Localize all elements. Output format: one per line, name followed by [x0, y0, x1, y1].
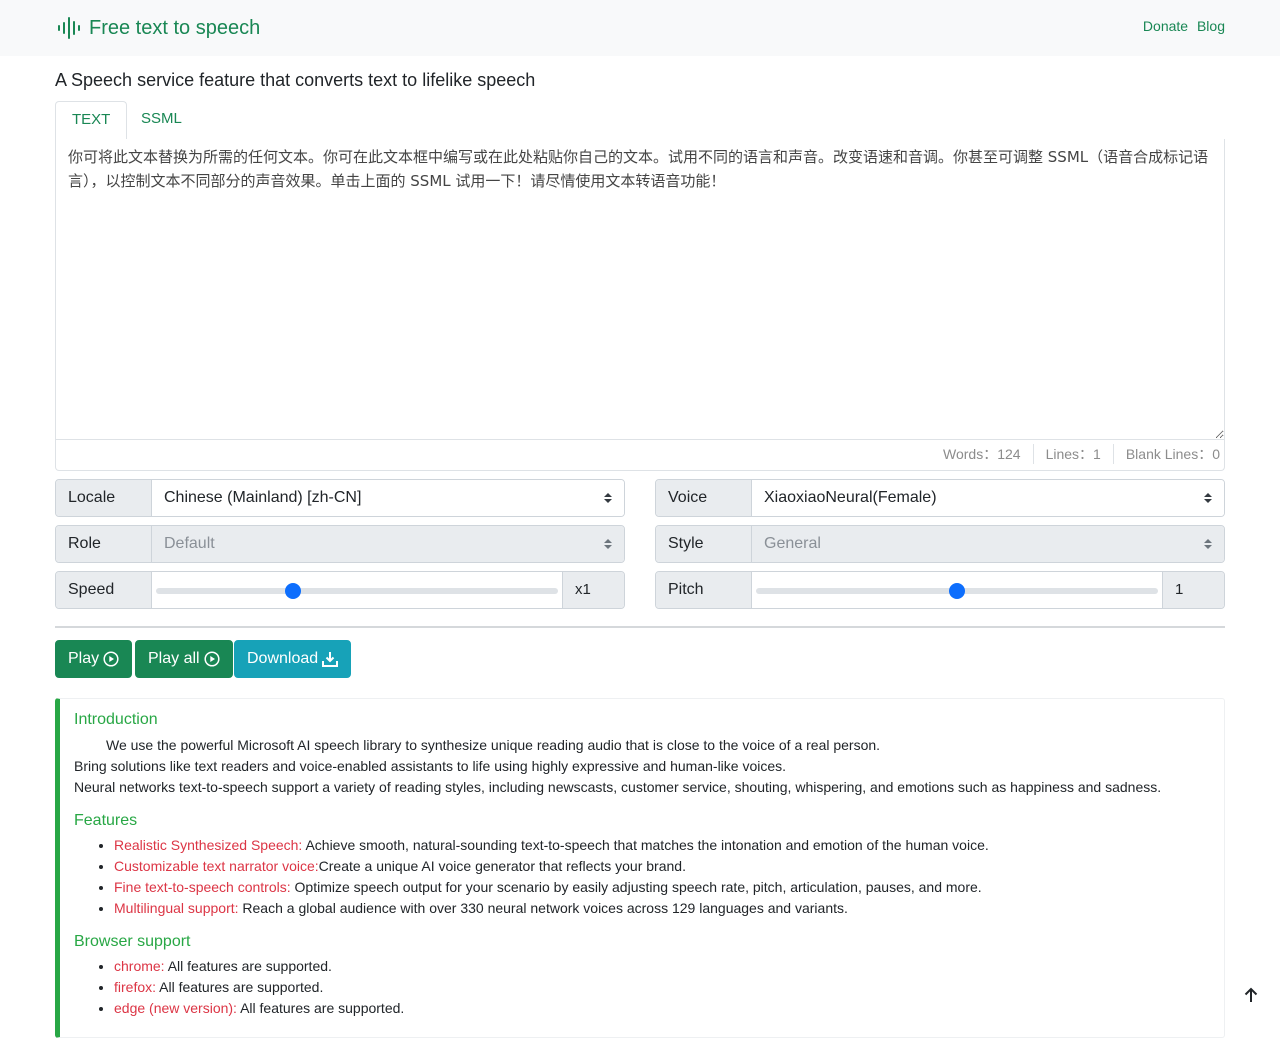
feature-name: Realistic Synthesized Speech: [114, 837, 303, 853]
browser-list: chrome: All features are supported. fire… [74, 956, 1210, 1019]
pitch-slider-thumb[interactable] [949, 583, 965, 599]
browser-text: All features are supported. [236, 1000, 405, 1016]
features-list: Realistic Synthesized Speech: Achieve sm… [74, 835, 1210, 919]
role-label: Role [56, 526, 152, 562]
intro-line: Bring solutions like text readers and vo… [74, 758, 787, 774]
role-value: Default [164, 535, 215, 552]
browser-text: All features are supported. [156, 979, 324, 995]
info-panel: Introduction We use the powerful Microso… [55, 698, 1225, 1038]
download-button[interactable]: Download [234, 640, 352, 678]
role-control: Role Default [55, 525, 625, 563]
play-all-button-label: Play all [148, 650, 200, 667]
browser-name: chrome: [114, 958, 165, 974]
browser-text: All features are supported. [164, 958, 332, 974]
soundwave-icon [58, 17, 80, 39]
select-arrows-icon [1204, 539, 1212, 549]
top-navbar: Free text to speech Donate Blog [0, 0, 1280, 56]
locale-select[interactable]: Chinese (Mainland) [zh-CN] [152, 480, 624, 516]
intro-line: Neural networks text-to-speech support a… [74, 779, 1162, 795]
list-item: edge (new version): All features are sup… [114, 998, 1210, 1019]
play-all-button[interactable]: Play all [135, 640, 233, 678]
select-arrows-icon [1204, 493, 1212, 503]
locale-label: Locale [56, 480, 152, 516]
speed-slider[interactable] [152, 572, 562, 608]
list-item: Multilingual support: Reach a global aud… [114, 898, 1210, 919]
play-circle-icon [103, 651, 119, 667]
tab-ssml[interactable]: SSML [125, 101, 198, 140]
play-button[interactable]: Play [55, 640, 133, 678]
list-item: Realistic Synthesized Speech: Achieve sm… [114, 835, 1210, 856]
blank-line-count: Blank Lines：0 [1112, 444, 1220, 464]
voice-control: Voice XiaoxiaoNeural(Female) [655, 479, 1225, 517]
style-select[interactable]: General [752, 526, 1224, 562]
brand-title: Free text to speech [89, 16, 261, 39]
tab-text[interactable]: TEXT [55, 101, 128, 141]
download-button-label: Download [247, 650, 319, 667]
browser-name: firefox: [114, 979, 157, 995]
browser-name: edge (new version): [114, 1000, 237, 1016]
line-count: Lines：1 [1032, 444, 1113, 464]
controls-divider [55, 626, 1225, 628]
select-arrows-icon [604, 493, 612, 503]
pitch-label: Pitch [656, 572, 752, 608]
nav-links: Donate Blog [1138, 18, 1225, 34]
list-item: firefox: All features are supported. [114, 977, 1210, 998]
feature-name: Customizable text narrator voice: [114, 858, 319, 874]
select-arrows-icon [604, 539, 612, 549]
arrow-up-icon[interactable] [1242, 986, 1260, 1004]
speed-slider-thumb[interactable] [284, 583, 301, 599]
locale-control: Locale Chinese (Mainland) [zh-CN] [55, 479, 625, 517]
play-button-label: Play [68, 650, 100, 667]
role-select[interactable]: Default [152, 526, 624, 562]
text-stats: Words：124 Lines：1 Blank Lines：0 [931, 444, 1220, 464]
style-label: Style [656, 526, 752, 562]
style-control: Style General [655, 525, 1225, 563]
features-heading: Features [74, 812, 138, 829]
page-tagline: A Speech service feature that converts t… [55, 70, 536, 90]
speed-slider-track [156, 588, 558, 594]
list-item: chrome: All features are supported. [114, 956, 1210, 977]
browser-support-heading: Browser support [74, 933, 191, 950]
feature-text: Optimize speech output for your scenario… [290, 879, 982, 895]
feature-text: Reach a global audience with over 330 ne… [238, 900, 848, 916]
voice-select[interactable]: XiaoxiaoNeural(Female) [752, 480, 1224, 516]
intro-line: We use the powerful Microsoft AI speech … [106, 737, 881, 753]
pitch-control: Pitch 1 [655, 571, 1225, 609]
list-item: Customizable text narrator voice:Create … [114, 856, 1210, 877]
play-circle-icon [204, 651, 220, 667]
introduction-heading: Introduction [74, 711, 158, 728]
style-value: General [764, 535, 821, 552]
pitch-value: 1 [1162, 572, 1224, 608]
blog-link[interactable]: Blog [1197, 18, 1225, 34]
pitch-slider[interactable] [752, 572, 1162, 608]
feature-text: Create a unique AI voice generator that … [318, 858, 686, 874]
voice-value: XiaoxiaoNeural(Female) [764, 489, 937, 506]
speed-label: Speed [56, 572, 152, 608]
donate-link[interactable]: Donate [1143, 18, 1188, 34]
text-input[interactable]: 你可将此文本替换为所需的任何文本。你可在此文本框中编写或在此处粘贴你自己的文本。… [56, 139, 1224, 440]
list-item: Fine text-to-speech controls: Optimize s… [114, 877, 1210, 898]
editor-tabs: TEXT SSML [55, 101, 1225, 141]
voice-label: Voice [656, 480, 752, 516]
speed-control: Speed x1 [55, 571, 625, 609]
download-icon [322, 652, 339, 667]
brand-link[interactable]: Free text to speech [57, 14, 260, 42]
feature-name: Multilingual support: [114, 900, 239, 916]
speed-value: x1 [562, 572, 624, 608]
word-count: Words：124 [943, 446, 1021, 462]
feature-text: Achieve smooth, natural-sounding text-to… [302, 837, 989, 853]
text-editor-panel: 你可将此文本替换为所需的任何文本。你可在此文本框中编写或在此处粘贴你自己的文本。… [55, 139, 1225, 471]
feature-name: Fine text-to-speech controls: [114, 879, 291, 895]
locale-value: Chinese (Mainland) [zh-CN] [164, 489, 362, 506]
